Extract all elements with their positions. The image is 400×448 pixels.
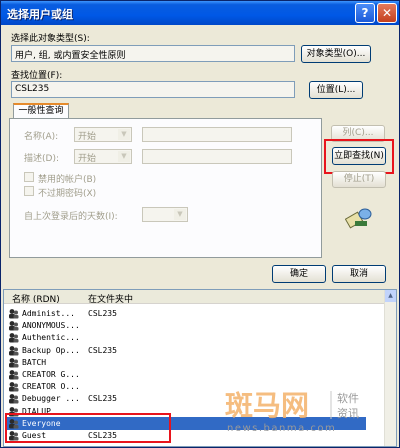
list-item[interactable]: Authentic... [6,331,366,344]
object-type-label: 选择此对象类型(S): [11,34,90,44]
tab-common-queries[interactable]: 一般性查询 [13,103,69,119]
result-name: BATCH [22,357,47,367]
scroll-up-icon[interactable]: ▲ [385,290,396,302]
list-item[interactable]: Administ... CSL235 [6,307,366,320]
column-header-folder[interactable]: 在文件夹中 [88,292,133,305]
help-button[interactable]: ? [355,3,375,23]
stop-button[interactable]: 停止(T) [332,171,386,188]
close-button[interactable]: ✕ [377,3,397,23]
locations-button[interactable]: 位置(L)... [309,81,363,99]
description-operator-select[interactable]: 开始 ▼ [74,149,132,164]
svg-text:资讯: 资讯 [337,407,359,420]
svg-text:斑马网: 斑马网 [225,389,309,422]
user-group-icon [9,357,19,368]
description-label: 描述(D): [24,154,59,164]
name-operator-select[interactable]: 开始 ▼ [74,127,132,142]
result-name: CREATOR O... [22,382,80,392]
location-label: 查找位置(F): [11,71,63,81]
name-input[interactable] [142,127,292,142]
chevron-down-icon: ▼ [118,151,130,162]
user-group-icon [9,321,19,331]
svg-text:软件: 软件 [337,391,359,405]
svg-text:news.banma.com: news.banma.com [227,423,336,434]
result-name: Administ... [22,309,75,318]
description-input[interactable] [142,149,292,164]
name-operator-value: 开始 [78,132,97,142]
non-expiring-password-checkbox[interactable] [24,186,34,196]
result-name: Authentic... [22,333,80,343]
ok-button[interactable]: 确定 [272,265,326,283]
result-name: ANONYMOUS... [22,321,80,331]
user-group-icon [9,382,19,392]
name-label: 名称(A): [24,132,59,142]
results-header: 名称 (RDN) 在文件夹中 [4,290,386,305]
result-folder: CSL235 [88,345,117,355]
find-now-highlight [324,139,394,174]
common-queries-panel: 名称(A): 开始 ▼ 描述(D): 开始 ▼ 禁用的帐户(B) 不过期密码(X… [9,118,322,258]
days-since-logon-select[interactable]: ▼ [142,207,188,222]
user-group-icon [9,345,19,356]
list-item[interactable]: CREATOR G... [6,368,366,381]
chevron-down-icon: ▼ [174,209,186,220]
list-item[interactable]: BATCH [6,356,366,369]
user-group-icon [9,370,19,380]
search-flashlight-icon [345,208,372,229]
user-group-icon [9,333,19,343]
title-bar: 选择用户或组 ? ✕ [1,1,399,25]
result-folder: CSL235 [88,309,117,318]
disabled-accounts-label: 禁用的帐户(B) [38,175,97,185]
description-operator-value: 开始 [78,154,97,164]
result-name: CREATOR G... [22,370,80,379]
select-users-dialog: 选择用户或组 ? ✕ 选择此对象类型(S): 用户, 组, 或内置安全性原则 对… [0,0,400,448]
column-header-name[interactable]: 名称 (RDN) [12,292,60,305]
object-type-field: 用户, 组, 或内置安全性原则 [11,45,295,62]
location-field: CSL235 [11,81,295,98]
cancel-button[interactable]: 取消 [332,265,386,283]
watermark-logo: 斑马网 软件 资讯 news.banma.com [225,389,359,434]
disabled-accounts-checkbox[interactable] [24,172,34,182]
result-name: Debugger ... [22,394,80,404]
everyone-highlight [5,413,171,443]
days-since-logon-label: 自上次登录后的天数(I): [24,212,118,222]
result-folder: CSL235 [88,394,117,404]
user-group-icon [9,394,19,404]
non-expiring-password-label: 不过期密码(X) [38,189,97,199]
list-item[interactable]: Backup Op... CSL235 [6,344,366,357]
dialog-title: 选择用户或组 [7,8,73,21]
watermark: 斑马网 软件 资讯 news.banma.com [223,385,399,435]
user-group-icon [9,309,19,319]
result-name: Backup Op... [22,345,80,355]
list-item[interactable]: ANONYMOUS... [6,319,366,332]
object-types-button[interactable]: 对象类型(O)... [301,45,371,63]
chevron-down-icon: ▼ [118,129,130,140]
